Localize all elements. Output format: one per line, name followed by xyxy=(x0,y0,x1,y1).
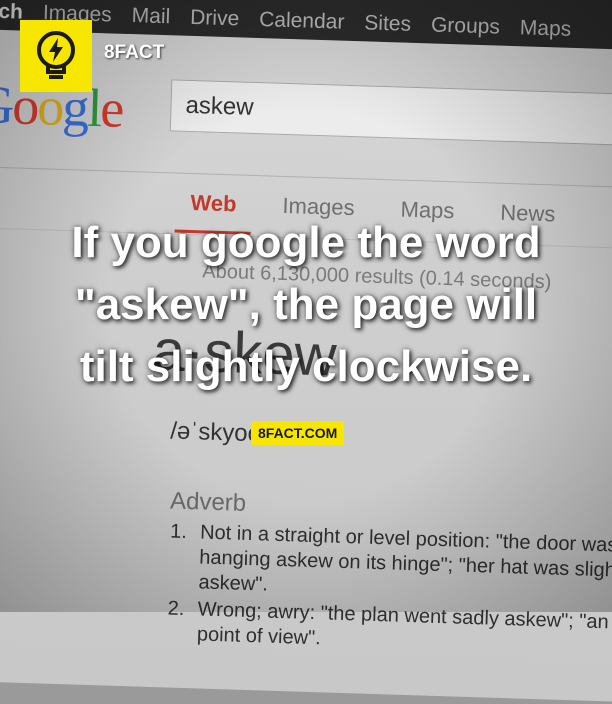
top-link-calendar[interactable]: Calendar xyxy=(259,8,345,35)
top-link-mail[interactable]: Mail xyxy=(131,4,170,29)
search-input[interactable]: askew xyxy=(169,79,612,148)
definition-number: 1. xyxy=(169,520,188,544)
top-link-groups[interactable]: Groups xyxy=(431,13,501,39)
top-link-sites[interactable]: Sites xyxy=(364,11,411,36)
definition-number: 2. xyxy=(167,597,185,620)
fact-line: "askew", the page will xyxy=(74,280,538,329)
brand-logo xyxy=(20,20,92,92)
dictionary-part-of-speech: Adverb xyxy=(169,487,247,517)
search-query-text: askew xyxy=(185,91,254,121)
brand-name: 8FACT xyxy=(104,42,165,63)
fact-line: If you google the word xyxy=(71,218,541,267)
definition-text: Wrong; awry: "the plan went sadly askew"… xyxy=(196,598,612,650)
top-link-drive[interactable]: Drive xyxy=(190,6,240,32)
header-divider xyxy=(0,166,612,191)
definition-list: 1. Not in a straight or level position: … xyxy=(166,520,612,665)
site-url-badge: 8FACT.COM xyxy=(251,421,345,445)
fact-headline: If you google the word "askew", the page… xyxy=(0,212,612,398)
definition-item: 2. Wrong; awry: "the plan went sadly ask… xyxy=(167,596,612,662)
lightbulb-icon xyxy=(37,31,75,79)
top-link-maps[interactable]: Maps xyxy=(519,16,572,42)
fact-line: tilt slightly clockwise. xyxy=(79,342,533,391)
definition-text: Not in a straight or level position: "th… xyxy=(198,521,612,596)
definition-item: 1. Not in a straight or level position: … xyxy=(168,520,612,611)
